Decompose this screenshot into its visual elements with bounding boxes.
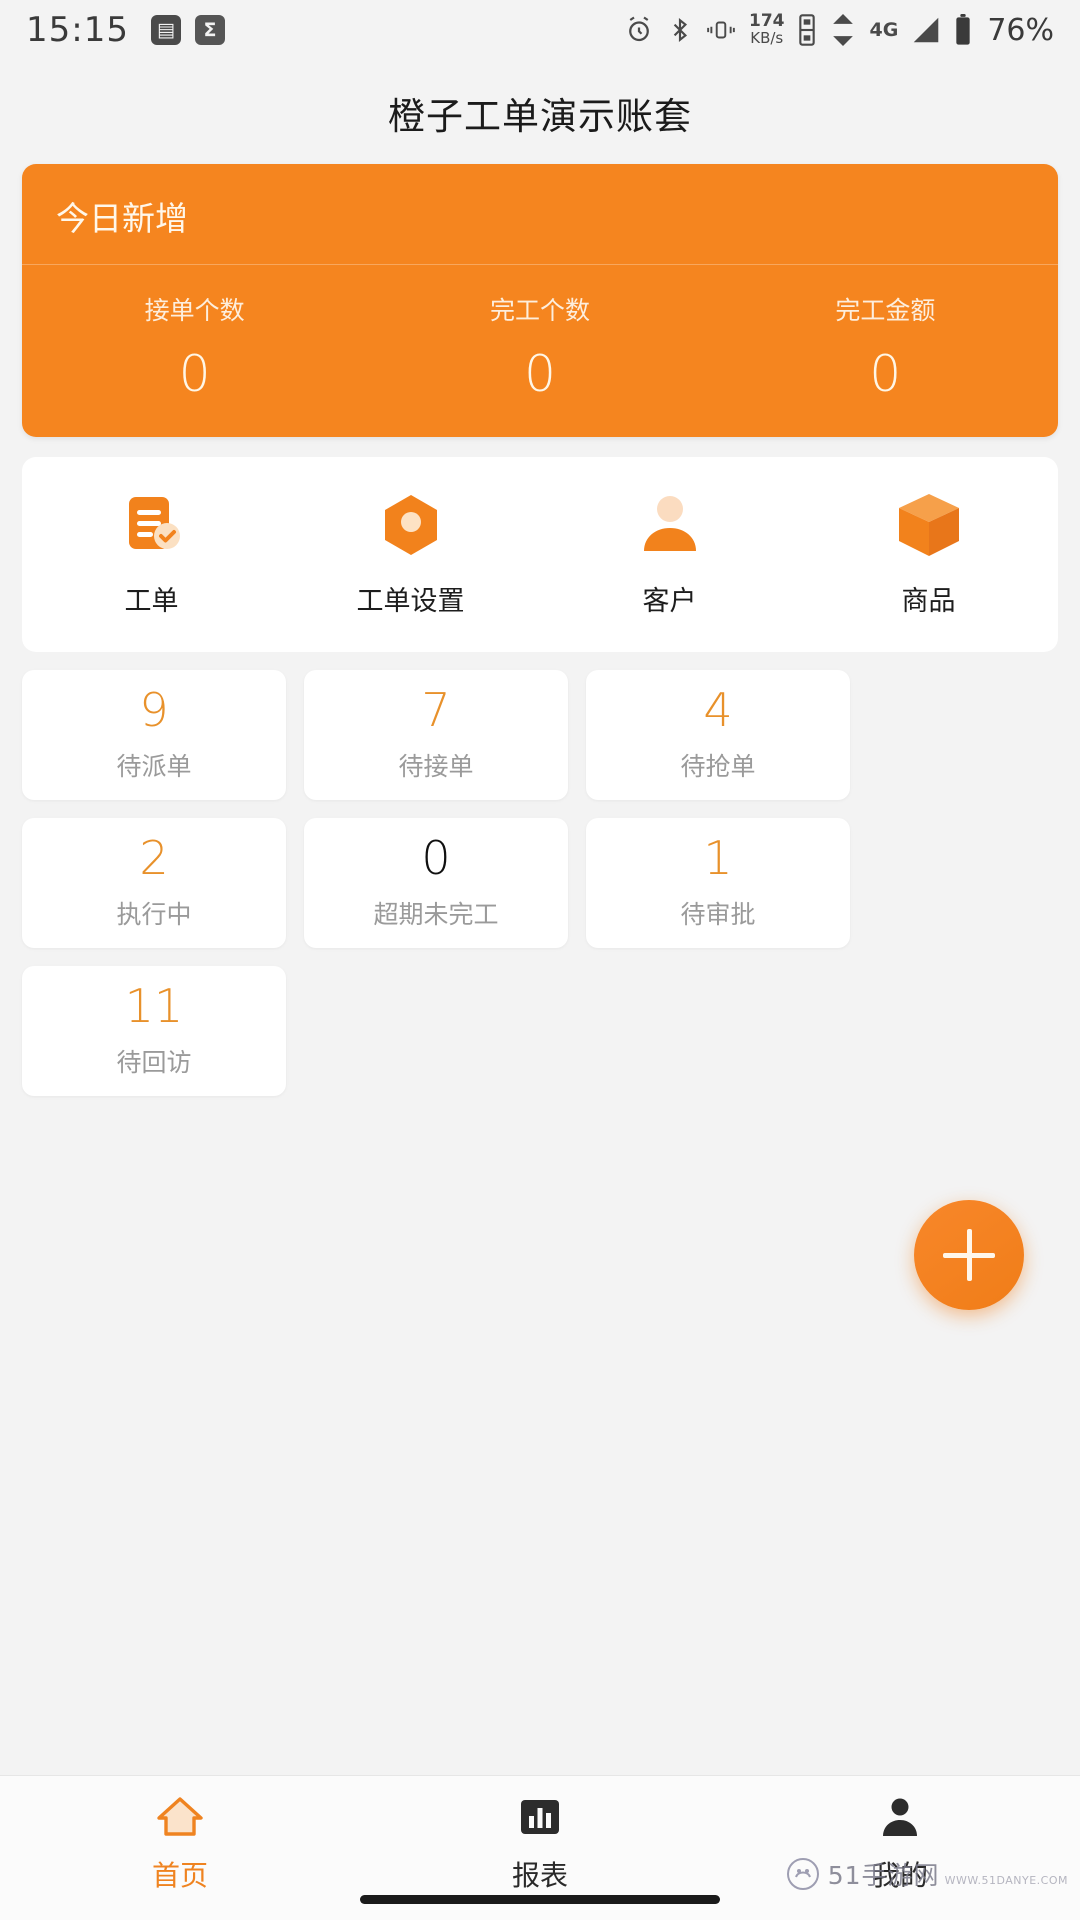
status-bar-clock: 15:15	[26, 10, 129, 50]
summary-stat-completed-amount[interactable]: 完工金额 0	[713, 291, 1058, 403]
tile-pending-accept[interactable]: 7 待接单	[304, 670, 568, 800]
nav-item-home[interactable]: 首页	[0, 1794, 360, 1894]
nfc-icon	[830, 14, 856, 46]
stat-value: 0	[869, 345, 902, 403]
stat-label: 完工个数	[489, 296, 590, 325]
tile-in-progress[interactable]: 2 执行中	[22, 818, 286, 948]
nav-item-reports[interactable]: 报表	[360, 1794, 720, 1894]
tile-pending-approval[interactable]: 1 待审批	[586, 818, 850, 948]
shortcut-customer[interactable]: 客户	[540, 489, 799, 618]
tile-pending-dispatch[interactable]: 9 待派单	[22, 670, 286, 800]
battery-percent: 76%	[987, 12, 1054, 48]
tile-label: 待接单	[398, 752, 474, 781]
tile-value: 7	[421, 683, 451, 737]
plus-icon	[943, 1229, 995, 1281]
sigma-app-icon: Σ	[194, 15, 225, 45]
tile-label: 待抢单	[680, 752, 756, 781]
page-title: 橙子工单演示账套	[388, 95, 692, 138]
summary-heading: 今日新增	[22, 164, 1058, 265]
tile-value: 0	[421, 831, 451, 885]
tile-value: 2	[139, 831, 169, 885]
tile-overdue-incomplete[interactable]: 0 超期未完工	[304, 818, 568, 948]
shortcuts-row: 工单 工单设置 客户 商品	[22, 457, 1058, 652]
tile-value: 9	[139, 683, 169, 737]
notification-badge-icon: ▤	[150, 15, 181, 45]
stat-label: 完工金额	[835, 296, 936, 325]
add-button[interactable]	[914, 1200, 1024, 1310]
home-icon	[154, 1794, 206, 1844]
product-box-icon	[893, 489, 965, 561]
shortcut-label: 客户	[642, 586, 697, 617]
tile-label: 执行中	[116, 900, 192, 929]
gesture-bar[interactable]	[360, 1895, 720, 1904]
shortcut-work-order-settings[interactable]: 工单设置	[281, 489, 540, 618]
watermark-subtext: WWW.51DANYE.COM	[944, 1874, 1068, 1887]
tile-pending-grab[interactable]: 4 待抢单	[586, 670, 850, 800]
network-4g-icon: 4G	[869, 19, 899, 41]
shortcut-product[interactable]: 商品	[799, 489, 1058, 618]
signal-icon	[911, 16, 941, 44]
shortcut-work-order[interactable]: 工单	[22, 489, 281, 618]
stat-value: 0	[524, 345, 556, 403]
watermark-logo-icon	[786, 1857, 820, 1891]
watermark-text: 51手游网	[827, 1861, 940, 1890]
summary-stat-completed-count[interactable]: 完工个数 0	[367, 291, 712, 403]
tile-value: 11	[124, 979, 184, 1033]
data-speed-icon: 174 KB/s	[748, 11, 785, 48]
shortcut-label: 商品	[901, 586, 956, 617]
vibrate-icon	[706, 16, 736, 44]
summary-stat-orders-received[interactable]: 接单个数 0	[22, 291, 367, 403]
today-summary-card: 今日新增 接单个数 0 完工个数 0 完工金额 0	[22, 164, 1058, 437]
tile-label: 待回访	[116, 1048, 192, 1077]
shortcut-label: 工单	[124, 586, 179, 617]
shortcut-label: 工单设置	[356, 586, 465, 617]
battery-icon	[954, 14, 972, 46]
customer-icon	[634, 489, 706, 561]
status-bar: 15:15 ▤ Σ 174 KB/s 4G 76%	[0, 0, 1080, 60]
work-order-settings-icon	[375, 489, 447, 561]
sim-icon	[797, 14, 817, 46]
tile-value: 1	[703, 831, 733, 885]
status-bar-left-icons: ▤ Σ	[150, 15, 225, 45]
tile-label: 超期未完工	[373, 900, 499, 929]
nav-label: 报表	[511, 1859, 568, 1892]
tile-label: 待派单	[116, 752, 192, 781]
tile-pending-followup[interactable]: 11 待回访	[22, 966, 286, 1096]
tile-value: 4	[703, 683, 733, 737]
status-tile-grid: 9 待派单 7 待接单 4 待抢单 2 执行中 0 超期未完工 1 待审批 11…	[22, 670, 1058, 1096]
stat-value: 0	[178, 345, 211, 403]
status-bar-right-icons: 174 KB/s 4G 76%	[624, 11, 1054, 48]
alarm-icon	[624, 15, 654, 45]
stat-label: 接单个数	[144, 296, 245, 325]
work-order-icon	[116, 489, 188, 561]
bottom-navigation: 首页 报表 我的	[0, 1775, 1080, 1920]
nav-label: 首页	[151, 1859, 208, 1892]
person-icon	[877, 1794, 923, 1844]
site-watermark: 51手游网 WWW.51DANYE.COM	[786, 1856, 1068, 1892]
summary-stats-row: 接单个数 0 完工个数 0 完工金额 0	[22, 265, 1058, 437]
bluetooth-icon	[667, 15, 693, 45]
chart-icon	[517, 1794, 563, 1844]
tile-label: 待审批	[680, 900, 756, 929]
